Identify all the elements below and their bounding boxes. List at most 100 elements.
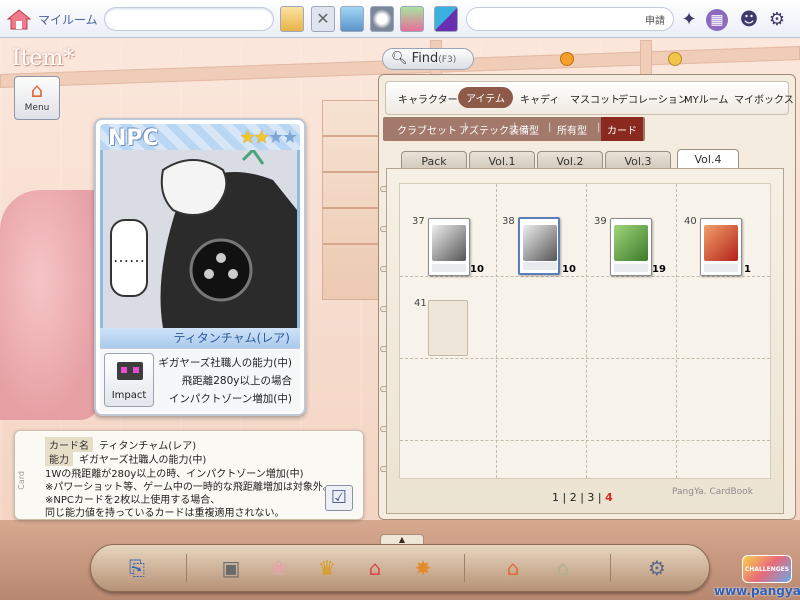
- settings-device-icon[interactable]: ⚙: [640, 552, 674, 584]
- npc-card: NPC ★★★★ …… ティタンチャム(レア) Impact ギガヤーズ社職人の…: [94, 118, 306, 416]
- room-edit-icon[interactable]: ⌂: [546, 552, 580, 584]
- sparkle-icon[interactable]: ✦: [678, 9, 700, 31]
- character-slot-4[interactable]: [400, 6, 424, 32]
- gear-icon[interactable]: ⚙: [766, 9, 788, 31]
- card-count: 10: [470, 264, 484, 275]
- npc-portrait: ……: [103, 150, 297, 328]
- card-thumb: [523, 225, 557, 261]
- gift-icon[interactable]: ▦: [706, 9, 728, 31]
- card-slot-38[interactable]: [518, 217, 560, 275]
- category-bar: キャラクター アイテム キャディ マスコット デコレーション MYルーム マイボ…: [385, 81, 794, 115]
- confirm-check-button[interactable]: ☑: [325, 485, 353, 511]
- toolbar-separator: [186, 554, 187, 582]
- house-icon: ⌂: [30, 78, 44, 102]
- info-ability-row: 能力 ギガヤーズ社職人の能力(中): [45, 451, 206, 466]
- card-thumb-bar: [614, 264, 648, 272]
- cardbook-signature: PangYa. CardBook: [672, 487, 753, 497]
- page-link-4-current[interactable]: 4: [605, 491, 613, 504]
- grid-line: [400, 358, 770, 359]
- find-label: Find: [411, 51, 439, 66]
- shop-icon[interactable]: ⌂: [358, 552, 392, 584]
- scratch-icon[interactable]: ✸: [406, 552, 440, 584]
- slot-number: 37: [412, 216, 425, 227]
- category-decoration[interactable]: デコレーション: [618, 91, 688, 106]
- info-side-label: Card: [17, 471, 26, 490]
- subcategory-separator: |: [548, 122, 552, 133]
- info-ability-key: 能力: [45, 451, 73, 466]
- card-thumb-bar: [704, 264, 738, 272]
- page-link-2[interactable]: 2: [570, 491, 577, 504]
- register-icon[interactable]: ▣: [214, 552, 248, 584]
- page-link-1[interactable]: 1: [552, 491, 559, 504]
- card-count: 1: [744, 264, 751, 275]
- exit-door-icon[interactable]: ⎘: [120, 552, 154, 584]
- impact-label: Impact: [111, 390, 147, 401]
- trophy-icon[interactable]: ♛: [310, 552, 344, 584]
- find-shortcut: (F3): [438, 55, 457, 65]
- pang-coin-icon: [560, 52, 574, 66]
- chat-input[interactable]: 申請: [466, 7, 674, 31]
- category-mascot[interactable]: マスコット: [570, 91, 620, 106]
- info-name-key: カード名: [45, 437, 93, 452]
- card-thumb-bar: [432, 264, 466, 272]
- category-mybox[interactable]: マイボックス: [734, 91, 794, 106]
- category-item[interactable]: アイテム: [458, 87, 513, 108]
- card-thumb: [704, 225, 738, 261]
- subcategory-owned[interactable]: 所有型: [557, 122, 587, 137]
- subcategory-clubset[interactable]: クラブセット: [397, 122, 457, 137]
- subcategory-aztec[interactable]: アズテック: [459, 122, 509, 137]
- skull-icon[interactable]: ☻: [738, 9, 760, 31]
- slot-number: 41: [414, 298, 427, 309]
- impact-icon: [117, 362, 143, 380]
- rarity-stars: ★★★★: [239, 127, 298, 148]
- menu-label: Menu: [24, 103, 50, 113]
- character-slot-3[interactable]: [370, 6, 394, 32]
- category-myroom[interactable]: MYルーム: [684, 91, 728, 106]
- card-thumb-bar: [523, 262, 557, 270]
- find-icon: 🔍︎: [391, 51, 408, 66]
- challenges-badge[interactable]: CHALLENGES: [742, 555, 792, 583]
- card-count: 10: [562, 264, 576, 275]
- card-count: 19: [652, 264, 666, 275]
- card-description: Impact ギガヤーズ社職人の能力(中) 飛距離280y以上の場合 インパクト…: [100, 348, 300, 412]
- lucky-cat-icon[interactable]: ❀: [262, 552, 296, 584]
- category-character[interactable]: キャラクター: [398, 91, 458, 106]
- top-bar: マイルーム ✕ 申請 ✦ ▦ ☻ ⚙: [0, 0, 800, 38]
- character-slot-1[interactable]: [280, 6, 304, 32]
- card-desc-line: インパクトゾーン増加(中): [168, 393, 292, 405]
- close-slot-button[interactable]: ✕: [311, 6, 335, 32]
- card-header: NPC ★★★★: [100, 124, 300, 151]
- grid-line: [496, 184, 497, 478]
- category-caddie[interactable]: キャディ: [520, 91, 559, 106]
- subcategory-card[interactable]: カード: [601, 117, 643, 141]
- impact-badge: Impact: [104, 353, 154, 407]
- card-artwork: ……: [100, 150, 300, 328]
- item-title: Item*: [12, 46, 75, 71]
- room-home-icon[interactable]: ⌂: [496, 552, 530, 584]
- cookie-coin-icon: [668, 52, 682, 66]
- card-slot-40[interactable]: [700, 218, 742, 276]
- star-icon-empty: ★: [267, 127, 284, 148]
- card-slot-41-empty[interactable]: [428, 300, 468, 356]
- card-slot-37[interactable]: [428, 218, 470, 276]
- card-slot-39[interactable]: [610, 218, 652, 276]
- character-slot-5[interactable]: [434, 6, 458, 32]
- card-thumb: [432, 225, 466, 261]
- site-url[interactable]: www.pangya.jp: [714, 584, 800, 598]
- room-title: マイルーム: [38, 13, 98, 27]
- subcategory-equip[interactable]: 装備型: [509, 122, 539, 137]
- page-link-3[interactable]: 3: [587, 491, 594, 504]
- info-text-line: 同じ能力値を持っているカードは重複適用されない。: [45, 508, 285, 519]
- star-icon-empty: ★: [281, 127, 298, 148]
- find-button[interactable]: 🔍︎ Find(F3): [382, 48, 474, 70]
- toolbar-separator: [464, 554, 465, 582]
- myroom-icon[interactable]: [6, 7, 32, 31]
- bottom-toolbar: [90, 544, 710, 592]
- menu-button[interactable]: ⌂ Menu: [14, 76, 60, 120]
- top-search-input[interactable]: [104, 7, 274, 31]
- card-info-panel: Card カード名 ティタンチャム(レア) 能力 ギガヤーズ社職人の能力(中) 1W…: [14, 430, 364, 520]
- toolbar-separator: [610, 554, 611, 582]
- character-slot-2[interactable]: [340, 6, 364, 32]
- apply-label[interactable]: 申請: [645, 12, 665, 27]
- speech-bubble-text: ……: [113, 247, 145, 266]
